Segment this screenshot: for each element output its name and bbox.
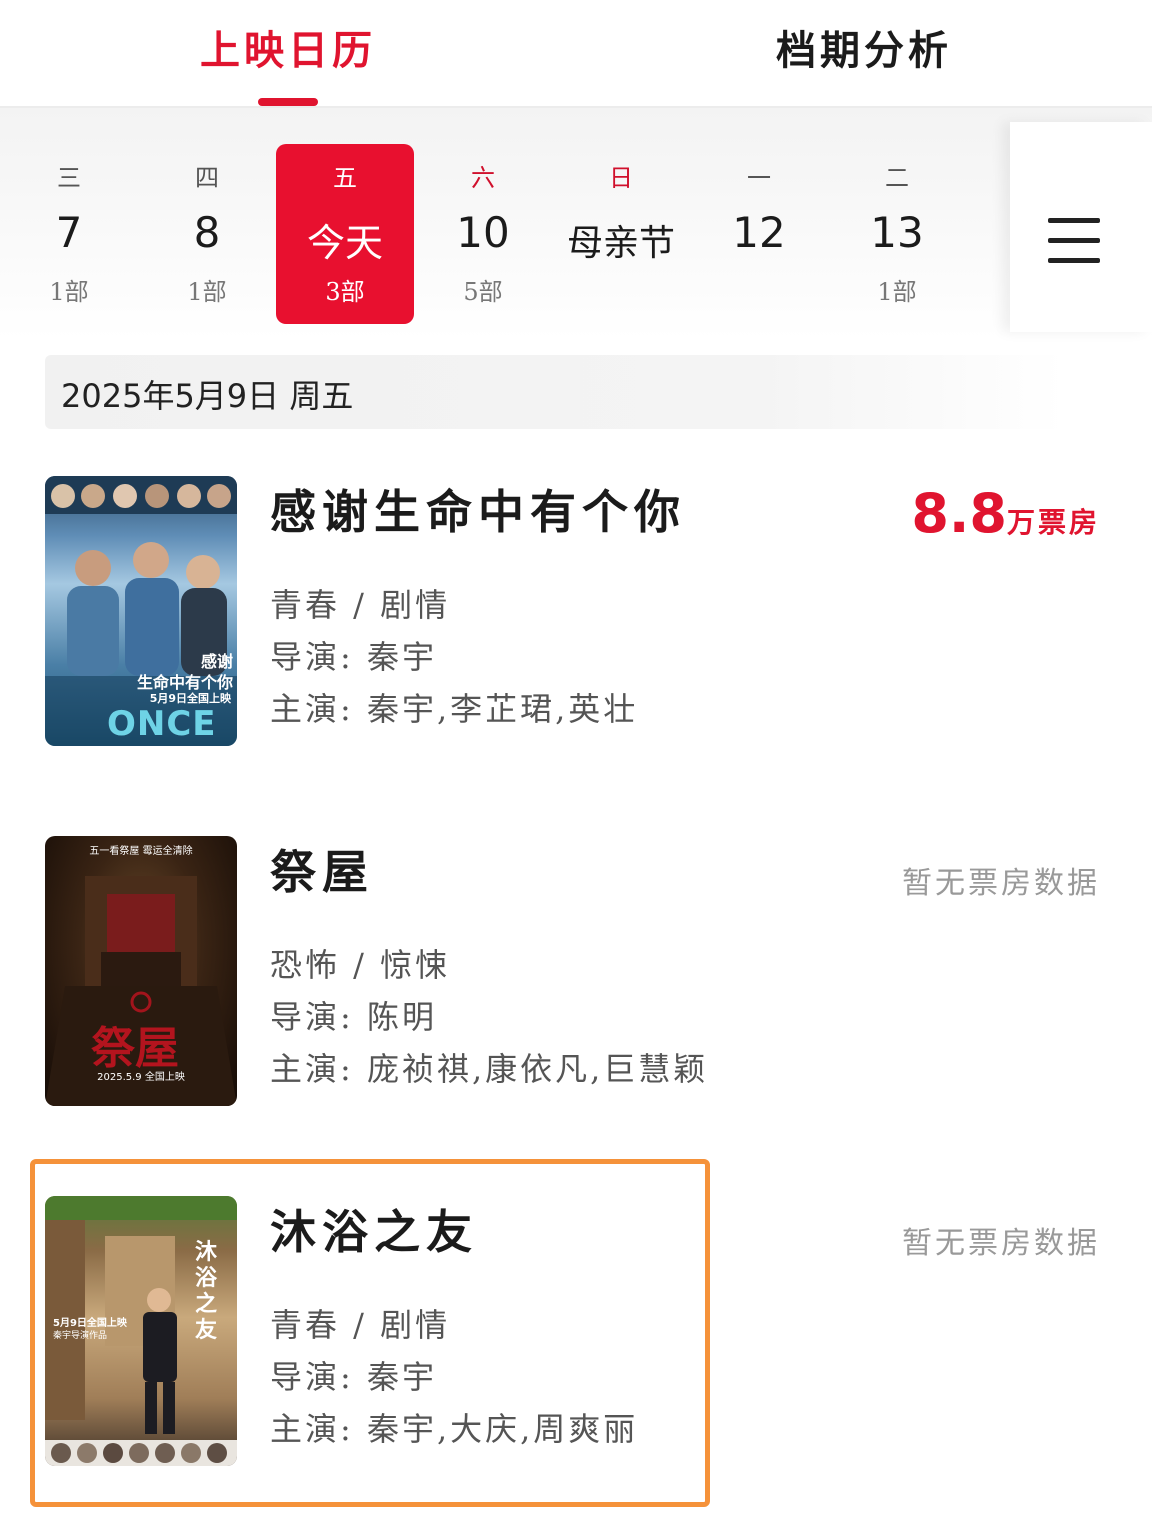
movie-count: 3部 <box>325 278 365 306</box>
calendar-day[interactable]: 六 10 5部 <box>414 144 552 324</box>
movie-item[interactable]: 感谢 生命中有个你 5月9日全国上映 ONCE 感谢生命中有个你 青春 / 剧情… <box>0 476 1152 766</box>
date-header-text: 2025年5月9日 周五 <box>61 377 354 415</box>
tab-schedule-analysis[interactable]: 档期分析 <box>776 18 952 76</box>
movie-title[interactable]: 沐浴之友 <box>270 1196 478 1262</box>
box-office-unit: 万票房 <box>1006 506 1100 539</box>
calendar-day[interactable]: 四 8 1部 <box>138 144 276 324</box>
box-office-value: 8.8 <box>911 482 1007 545</box>
day-label: 12 <box>732 208 786 257</box>
poster-text: 2025.5.9 全国上映 <box>97 1072 185 1083</box>
day-label: 7 <box>55 208 83 257</box>
active-tab-indicator <box>258 98 318 106</box>
weekday-label: 五 <box>333 164 357 192</box>
movie-genre: 青春 / 剧情 <box>270 1306 451 1344</box>
movie-cast: 主演: 秦宇,大庆,周爽丽 <box>270 1410 639 1448</box>
movie-item[interactable]: 沐浴之友 5月9日全国上映 秦宇导演作品 沐浴之友 青春 / 剧情 导演: 秦宇… <box>0 1196 1152 1486</box>
day-label: 母亲节 <box>566 223 675 264</box>
movie-genre: 青春 / 剧情 <box>270 586 451 624</box>
movie-director: 导演: 陈明 <box>270 998 437 1036</box>
day-label: 今天 <box>306 221 383 265</box>
top-tab-bar: 上映日历 档期分析 <box>0 0 1152 108</box>
movie-director: 导演: 秦宇 <box>270 638 437 676</box>
weekday-label: 四 <box>195 164 219 192</box>
calendar-day[interactable]: 三 7 1部 <box>0 144 138 324</box>
movie-count: 5部 <box>463 278 503 306</box>
tab-release-calendar[interactable]: 上映日历 <box>200 18 376 76</box>
day-label: 8 <box>193 208 221 257</box>
calendar-day[interactable]: 一 12 <box>690 144 828 324</box>
movie-count: 1部 <box>877 278 917 306</box>
movie-genre: 恐怖 / 惊悚 <box>270 946 451 984</box>
day-label: 10 <box>456 208 510 257</box>
movie-count: 1部 <box>49 278 89 306</box>
movie-title[interactable]: 祭屋 <box>270 836 374 902</box>
calendar-day-selected[interactable]: 五 今天 3部 <box>276 144 414 324</box>
no-box-office-data: 暂无票房数据 <box>902 866 1100 901</box>
weekday-label: 六 <box>471 164 495 192</box>
no-box-office-data: 暂无票房数据 <box>902 1226 1100 1261</box>
poster-logo: 祭屋 <box>91 1023 179 1074</box>
day-label: 13 <box>870 208 924 257</box>
weekday-label: 一 <box>747 164 771 192</box>
movie-count: 1部 <box>187 278 227 306</box>
movie-poster[interactable]: 五一看祭屋 霉运全清除 祭屋 2025.5.9 全国上映 <box>45 836 237 1106</box>
date-header: 2025年5月9日 周五 <box>45 355 1065 429</box>
movie-poster[interactable]: 沐浴之友 5月9日全国上映 秦宇导演作品 <box>45 1196 237 1466</box>
poster-text: 秦宇导演作品 <box>53 1331 108 1341</box>
poster-text: 5月9日全国上映 <box>53 1318 127 1329</box>
poster-text: 五一看祭屋 霉运全清除 <box>89 846 193 857</box>
weekday-label: 二 <box>885 164 909 192</box>
movie-item[interactable]: 五一看祭屋 霉运全清除 祭屋 2025.5.9 全国上映 祭屋 恐怖 / 惊悚 … <box>0 836 1152 1126</box>
movie-director: 导演: 秦宇 <box>270 1358 437 1396</box>
movie-title[interactable]: 感谢生命中有个你 <box>270 476 686 542</box>
calendar-day[interactable]: 日 母亲节 <box>552 144 690 324</box>
calendar-menu-button[interactable] <box>1010 122 1152 332</box>
date-selector: 三 7 1部 四 8 1部 五 今天 3部 六 10 5部 日 母亲节 一 12… <box>0 108 1152 340</box>
poster-logo: 沐浴之友 <box>195 1240 218 1343</box>
calendar-day[interactable]: 二 13 1部 <box>828 144 966 324</box>
box-office: 8.8万票房 <box>911 482 1100 545</box>
movie-poster[interactable]: 感谢 生命中有个你 5月9日全国上映 ONCE <box>45 476 237 746</box>
movie-cast: 主演: 庞祯祺,康依凡,巨慧颖 <box>270 1050 709 1088</box>
weekday-label: 日 <box>609 164 633 192</box>
movie-cast: 主演: 秦宇,李芷珺,英壮 <box>270 690 639 728</box>
poster-logo: ONCE <box>107 704 217 744</box>
weekday-label: 三 <box>57 164 81 192</box>
